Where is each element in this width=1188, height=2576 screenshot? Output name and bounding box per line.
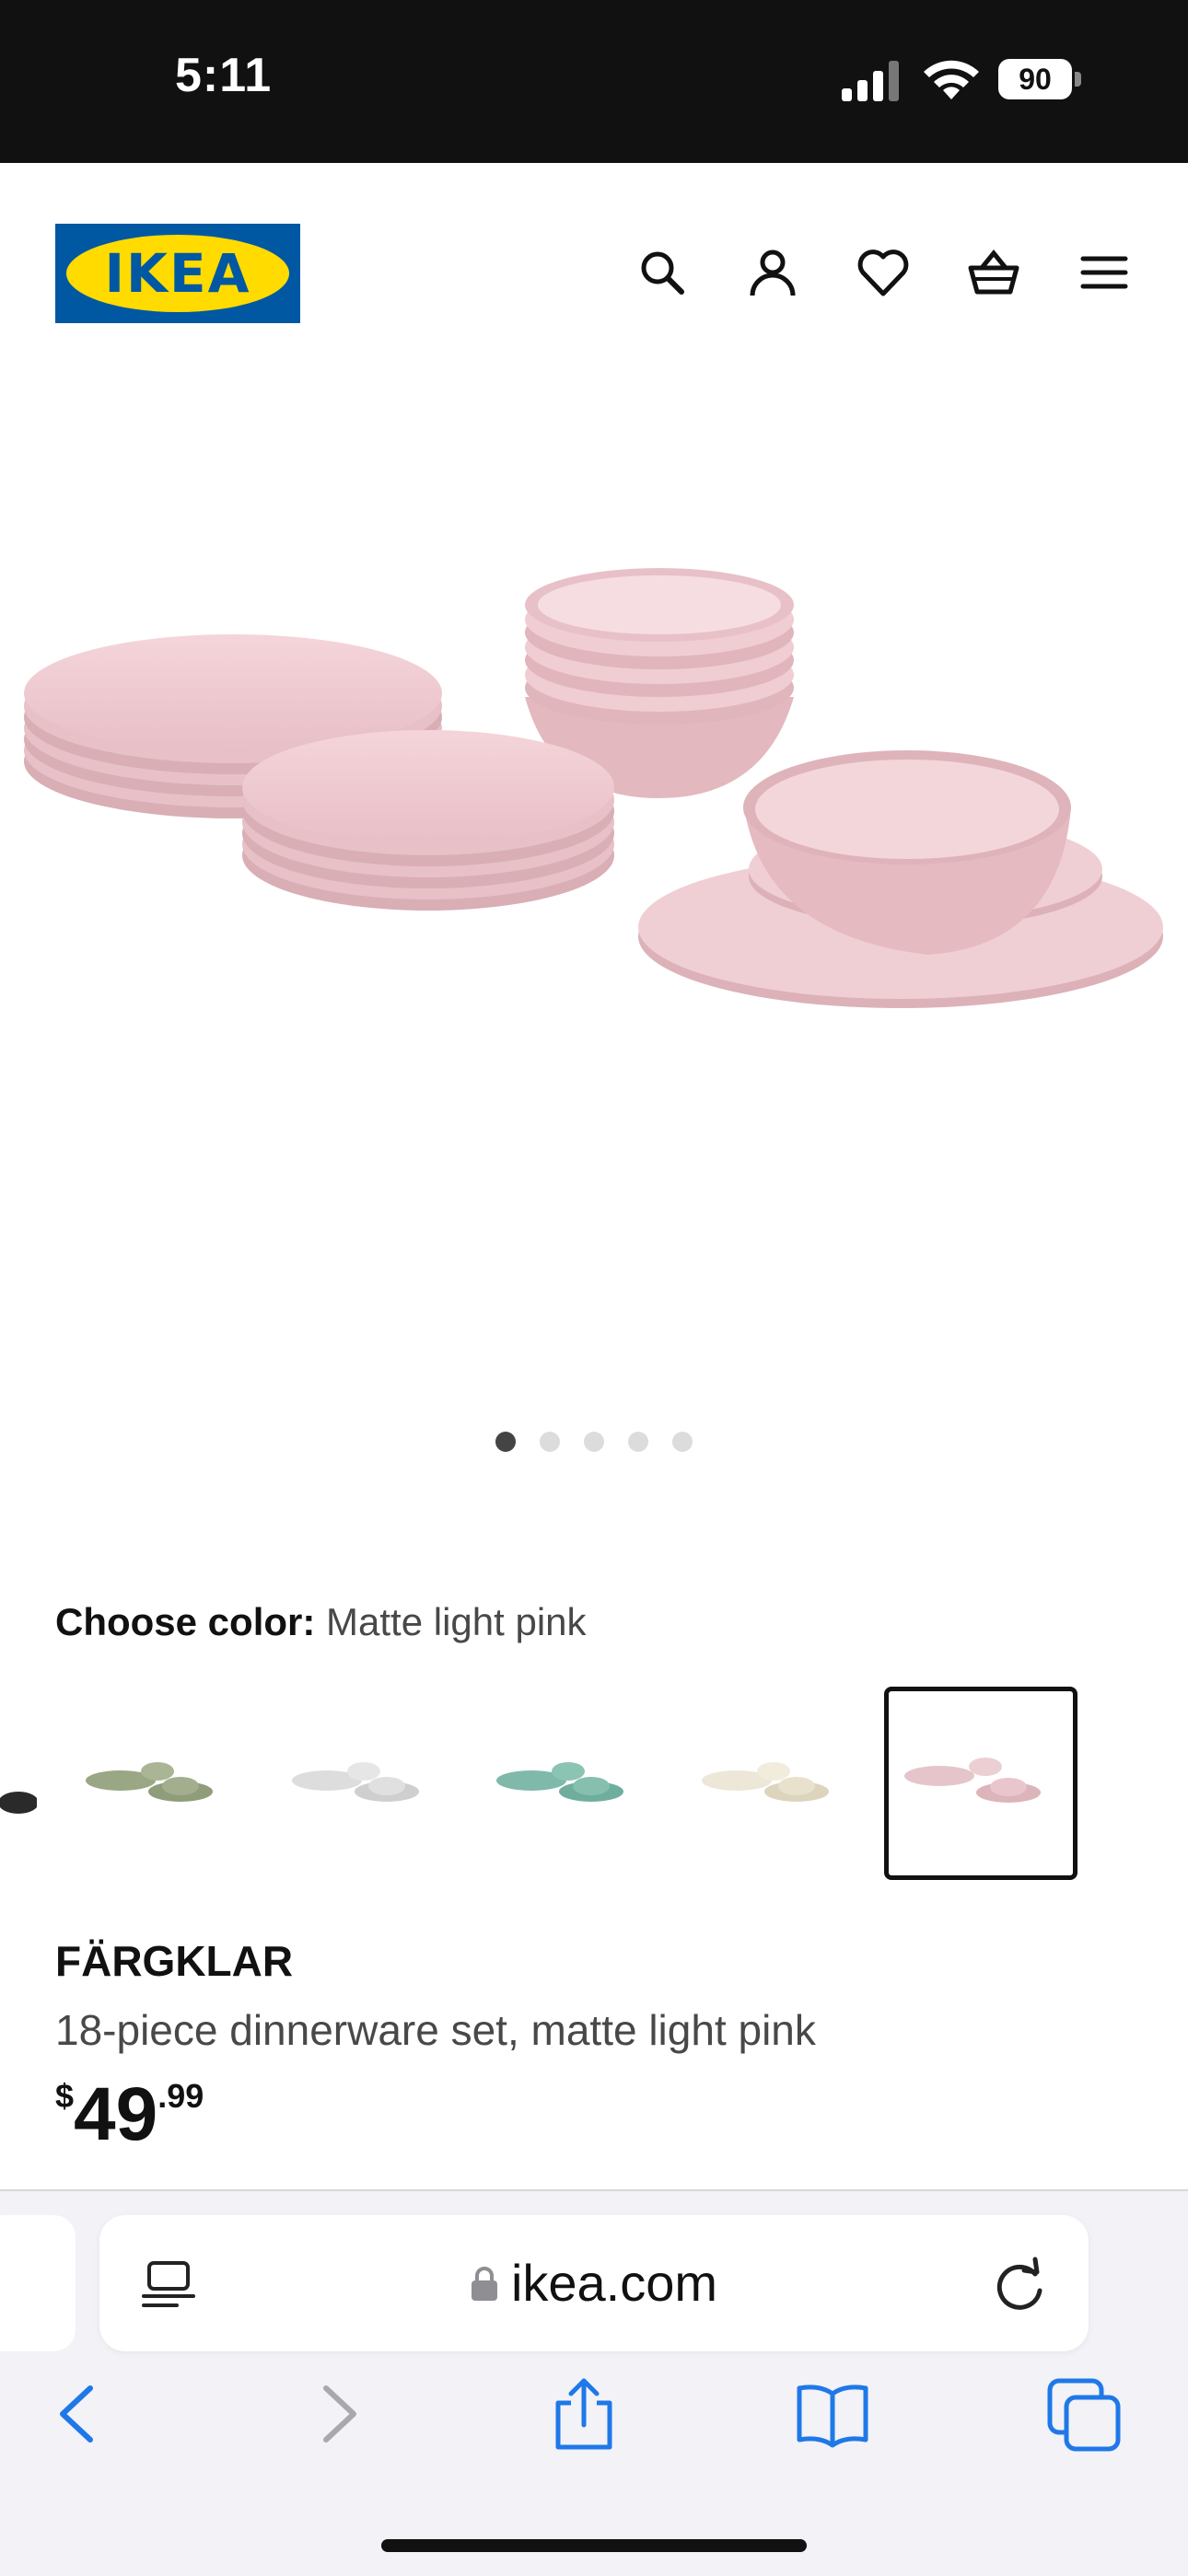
product-description: 18-piece dinnerware set, matte light pin… <box>55 2006 816 2054</box>
wishlist-heart-icon[interactable] <box>855 244 912 301</box>
color-swatch-white[interactable] <box>276 1690 460 1874</box>
carousel-dot[interactable] <box>672 1432 693 1452</box>
browser-toolbar: ikea.com <box>0 2189 1188 2576</box>
product-price: $49.99 <box>55 2071 204 2158</box>
forward-chevron-icon[interactable] <box>298 2375 376 2453</box>
status-bar: 5:11 90 <box>0 0 1188 163</box>
carousel-dot[interactable] <box>495 1432 516 1452</box>
url-display[interactable]: ikea.com <box>99 2215 1089 2351</box>
back-chevron-icon[interactable] <box>41 2375 118 2453</box>
product-name: FÄRGKLAR <box>55 1937 294 1985</box>
previous-tab-peek[interactable] <box>0 2215 76 2351</box>
color-swatch-light-pink-selected[interactable] <box>884 1687 1077 1880</box>
selected-color-value: Matte light pink <box>326 1600 587 1643</box>
account-icon[interactable] <box>744 244 801 301</box>
color-swatch-black[interactable] <box>0 1690 37 1874</box>
tabs-icon[interactable] <box>1046 2375 1124 2453</box>
carousel-dot[interactable] <box>628 1432 648 1452</box>
color-swatch-beige[interactable] <box>686 1690 870 1874</box>
reload-icon[interactable] <box>989 2254 1050 2315</box>
choose-color-label: Choose color: <box>55 1600 316 1643</box>
status-time: 5:11 <box>175 49 273 102</box>
lock-icon <box>471 2267 497 2302</box>
menu-hamburger-icon[interactable] <box>1076 244 1133 301</box>
price-currency: $ <box>55 2077 75 2115</box>
color-chooser-label: Choose color: Matte light pink <box>55 1600 587 1644</box>
battery-level: 90 <box>998 59 1072 99</box>
price-decimal: .99 <box>157 2077 204 2115</box>
wifi-icon <box>924 60 979 99</box>
carousel-dot[interactable] <box>540 1432 560 1452</box>
image-carousel-dots <box>0 1432 1188 1459</box>
home-indicator <box>381 2539 807 2552</box>
bookmarks-book-icon[interactable] <box>794 2375 871 2453</box>
search-icon[interactable] <box>634 244 691 301</box>
site-header: IKEA <box>0 163 1188 384</box>
share-icon[interactable] <box>545 2375 623 2453</box>
url-text: ikea.com <box>510 2254 718 2312</box>
address-bar[interactable]: ikea.com <box>99 2215 1089 2351</box>
carousel-dot[interactable] <box>584 1432 604 1452</box>
color-swatch-row <box>0 1687 1188 1885</box>
cellular-signal-icon <box>842 61 899 101</box>
price-integer: 49 <box>74 2072 158 2156</box>
color-swatch-turquoise[interactable] <box>481 1690 665 1874</box>
ikea-logo[interactable]: IKEA <box>55 224 300 323</box>
color-swatch-green[interactable] <box>70 1690 254 1874</box>
product-image-dinnerware[interactable] <box>0 384 1188 1406</box>
battery-icon: 90 <box>998 59 1081 99</box>
logo-text: IKEA <box>104 242 251 305</box>
shopping-basket-icon[interactable] <box>965 244 1022 301</box>
